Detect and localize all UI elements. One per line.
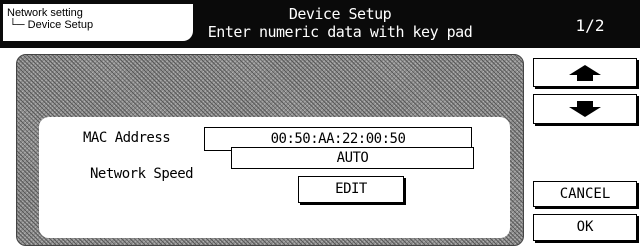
ok-button[interactable]: OK	[533, 214, 637, 241]
cancel-button[interactable]: CANCEL	[533, 181, 637, 207]
breadcrumb: Network setting └─ Device Setup	[3, 4, 193, 41]
scroll-down-button[interactable]	[533, 94, 637, 124]
instruction-text: Enter numeric data with key pad	[207, 23, 473, 41]
down-arrow-icon	[569, 101, 601, 117]
network-speed-value: AUTO	[231, 147, 474, 169]
header-bar: Network setting └─ Device Setup Device S…	[0, 0, 640, 48]
breadcrumb-parent: Network setting	[7, 7, 83, 19]
up-arrow-icon	[569, 64, 601, 81]
page-indicator: 1/2	[575, 16, 605, 35]
screen-title-block: Device Setup Enter numeric data with key…	[200, 5, 480, 41]
screen-title: Device Setup	[288, 5, 392, 23]
network-speed-label: Network Speed	[90, 166, 194, 182]
edit-button[interactable]: EDIT	[298, 176, 404, 203]
mac-address-label: MAC Address	[83, 130, 171, 146]
scroll-up-button[interactable]	[533, 58, 637, 87]
breadcrumb-current: └─ Device Setup	[9, 19, 94, 31]
